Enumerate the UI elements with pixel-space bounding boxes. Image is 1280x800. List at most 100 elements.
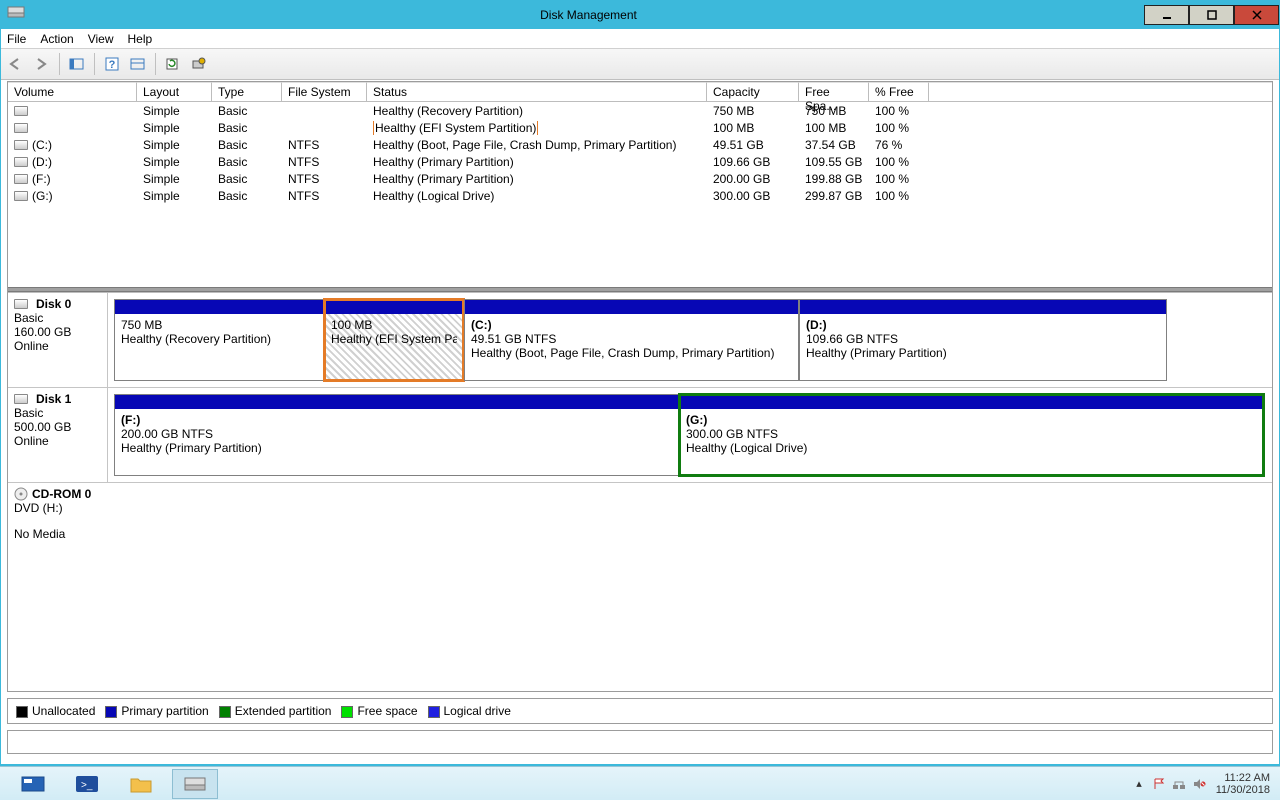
- col-free[interactable]: Free Spa...: [799, 82, 869, 101]
- disk0-partition-recovery[interactable]: 750 MB Healthy (Recovery Partition): [114, 299, 324, 381]
- volume-row[interactable]: (F:)SimpleBasicNTFSHealthy (Primary Part…: [8, 170, 1272, 187]
- cdrom-state: No Media: [14, 527, 102, 541]
- tray-network-icon[interactable]: [1172, 777, 1186, 791]
- col-filesystem[interactable]: File System: [282, 82, 367, 101]
- taskbar-powershell[interactable]: >_: [64, 769, 110, 799]
- window-controls: [1144, 5, 1279, 25]
- disk0-label: Disk 0 Basic 160.00 GB Online: [8, 293, 108, 387]
- disk0-name: Disk 0: [36, 297, 71, 311]
- minimize-button[interactable]: [1144, 5, 1189, 25]
- disk1-type: Basic: [14, 406, 101, 420]
- tray-icons: [1152, 777, 1206, 791]
- menubar: File Action View Help: [1, 29, 1279, 49]
- part-name: (C:): [471, 318, 792, 332]
- disk1-partitions: (F:) 200.00 GB NTFS Healthy (Primary Par…: [108, 388, 1272, 482]
- disk0-partition-efi[interactable]: 100 MB Healthy (EFI System Partition): [324, 299, 464, 381]
- taskbar-disk-management[interactable]: [172, 769, 218, 799]
- col-spacer: [929, 82, 1272, 101]
- col-capacity[interactable]: Capacity: [707, 82, 799, 101]
- part-name: (F:): [121, 413, 672, 427]
- part-status: Healthy (Primary Partition): [121, 441, 672, 455]
- menu-help[interactable]: Help: [128, 32, 153, 46]
- legend-unallocated: Unallocated: [32, 704, 95, 718]
- disk1-partition-g[interactable]: (G:) 300.00 GB NTFS Healthy (Logical Dri…: [679, 394, 1264, 476]
- part-status: Healthy (Boot, Page File, Crash Dump, Pr…: [471, 346, 792, 360]
- disk-management-window: Disk Management File Action View Help ? …: [0, 0, 1280, 765]
- disk1-partition-f[interactable]: (F:) 200.00 GB NTFS Healthy (Primary Par…: [114, 394, 679, 476]
- partition-bar: [465, 300, 798, 314]
- disk-icon: [14, 299, 28, 309]
- disk1-size: 500.00 GB: [14, 420, 101, 434]
- menu-action[interactable]: Action: [40, 32, 73, 46]
- drive-icon: [14, 140, 28, 150]
- part-size: 100 MB: [331, 318, 457, 332]
- cdrom-name: CD-ROM 0: [32, 487, 91, 501]
- window-title: Disk Management: [33, 8, 1144, 22]
- volume-row[interactable]: SimpleBasicHealthy (EFI System Partition…: [8, 119, 1272, 136]
- legend: Unallocated Primary partition Extended p…: [7, 698, 1273, 724]
- col-type[interactable]: Type: [212, 82, 282, 101]
- drive-icon: [14, 123, 28, 133]
- back-button[interactable]: [5, 53, 27, 75]
- part-size: 200.00 GB NTFS: [121, 427, 672, 441]
- partition-bar: [115, 300, 323, 314]
- disk-row-disk1[interactable]: Disk 1 Basic 500.00 GB Online (F:) 200.0…: [8, 388, 1272, 483]
- taskbar-explorer[interactable]: [118, 769, 164, 799]
- col-status[interactable]: Status: [367, 82, 707, 101]
- tray-flag-icon[interactable]: [1152, 777, 1166, 791]
- partition-bar: [800, 300, 1166, 314]
- part-size: 49.51 GB NTFS: [471, 332, 792, 346]
- svg-text:?: ?: [109, 59, 116, 71]
- tray-time: 11:22 AM: [1216, 772, 1270, 784]
- partition-bar: [115, 395, 678, 409]
- disk-icon: [14, 394, 28, 404]
- maximize-button[interactable]: [1189, 5, 1234, 25]
- tray-clock[interactable]: 11:22 AM 11/30/2018: [1216, 772, 1270, 796]
- menu-file[interactable]: File: [7, 32, 26, 46]
- graphical-view[interactable]: Disk 0 Basic 160.00 GB Online 750 MB Hea…: [8, 292, 1272, 691]
- disk0-partition-c[interactable]: (C:) 49.51 GB NTFS Healthy (Boot, Page F…: [464, 299, 799, 381]
- drive-icon: [14, 191, 28, 201]
- help-button[interactable]: ?: [101, 53, 123, 75]
- disk1-label: Disk 1 Basic 500.00 GB Online: [8, 388, 108, 482]
- volume-list[interactable]: SimpleBasicHealthy (Recovery Partition)7…: [8, 102, 1272, 287]
- forward-button[interactable]: [31, 53, 53, 75]
- col-layout[interactable]: Layout: [137, 82, 212, 101]
- cdrom-icon: [14, 487, 28, 501]
- close-button[interactable]: [1234, 5, 1279, 25]
- drive-icon: [14, 174, 28, 184]
- system-tray[interactable]: ▴ 11:22 AM 11/30/2018: [1126, 772, 1280, 796]
- volume-row[interactable]: SimpleBasicHealthy (Recovery Partition)7…: [8, 102, 1272, 119]
- disk1-name: Disk 1: [36, 392, 71, 406]
- menu-view[interactable]: View: [88, 32, 114, 46]
- part-size: 300.00 GB NTFS: [686, 427, 1257, 441]
- col-volume[interactable]: Volume: [8, 82, 137, 101]
- taskbar-server-manager[interactable]: [10, 769, 56, 799]
- show-hide-tree-button[interactable]: [66, 53, 88, 75]
- tray-volume-icon[interactable]: [1192, 777, 1206, 791]
- part-name: (D:): [806, 318, 1160, 332]
- volume-row[interactable]: (C:)SimpleBasicNTFSHealthy (Boot, Page F…: [8, 136, 1272, 153]
- app-icon: [7, 5, 27, 25]
- titlebar[interactable]: Disk Management: [1, 1, 1279, 29]
- cdrom-label: CD-ROM 0 DVD (H:) No Media: [8, 483, 108, 583]
- tray-chevron-icon[interactable]: ▴: [1136, 777, 1142, 790]
- settings-icon[interactable]: [188, 53, 210, 75]
- toolbar-icon[interactable]: [127, 53, 149, 75]
- volume-row[interactable]: (D:)SimpleBasicNTFSHealthy (Primary Part…: [8, 153, 1272, 170]
- toolbar: ?: [1, 49, 1279, 80]
- volume-row[interactable]: (G:)SimpleBasicNTFSHealthy (Logical Driv…: [8, 187, 1272, 204]
- part-status: Healthy (Primary Partition): [806, 346, 1160, 360]
- col-percent-free[interactable]: % Free: [869, 82, 929, 101]
- disk0-partition-d[interactable]: (D:) 109.66 GB NTFS Healthy (Primary Par…: [799, 299, 1167, 381]
- part-name: (G:): [686, 413, 1257, 427]
- taskbar[interactable]: >_ ▴ 11:22 AM 11/30/2018: [0, 766, 1280, 800]
- disk0-type: Basic: [14, 311, 101, 325]
- part-size: 750 MB: [121, 318, 317, 332]
- partition-bar: [680, 395, 1263, 409]
- legend-extended: Extended partition: [235, 704, 332, 718]
- disk-row-disk0[interactable]: Disk 0 Basic 160.00 GB Online 750 MB Hea…: [8, 293, 1272, 388]
- refresh-button[interactable]: [162, 53, 184, 75]
- drive-icon: [14, 157, 28, 167]
- disk-row-cdrom[interactable]: CD-ROM 0 DVD (H:) No Media: [8, 483, 1272, 583]
